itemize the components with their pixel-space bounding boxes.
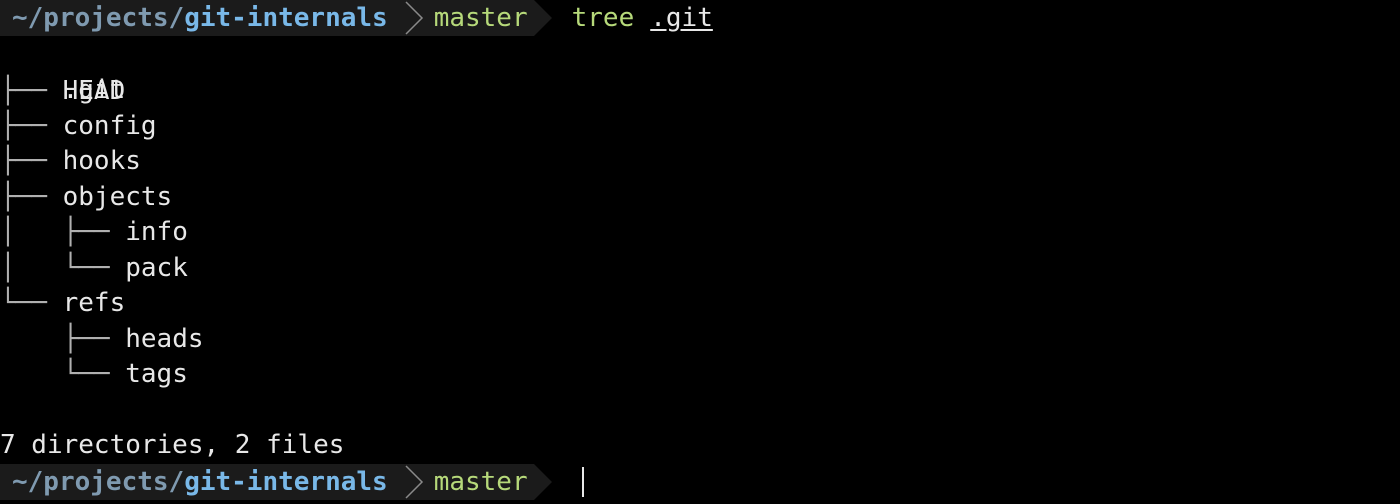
tree-entry-name: objects [62, 182, 173, 212]
tree-row: ├── heads [0, 322, 204, 357]
tree-row: │ ├── info [0, 215, 188, 250]
tree-branch-glyph: │ └── [0, 253, 126, 283]
command-argument: .git [650, 3, 713, 33]
tree-entry-name: refs [62, 288, 126, 318]
tree-branch-glyph: ├── [0, 76, 63, 106]
tree-row: ├── HEAD [0, 74, 125, 109]
powerline-arrow-icon [533, 0, 556, 36]
prompt-branch-segment: master [427, 0, 534, 36]
tree-branch-glyph: ├── [0, 324, 126, 354]
tree-entry-name: tags [125, 359, 188, 389]
powerline-separator-icon [401, 464, 428, 500]
prompt-path-dir: git-internals [184, 467, 388, 497]
tree-branch-glyph: ├── [0, 182, 63, 212]
tree-row: ├── hooks [0, 144, 141, 179]
tree-entry-name: config [62, 111, 157, 141]
prompt-line-top: ~/projects/git-internals master tree .gi… [0, 0, 713, 36]
tree-entry-name: pack [125, 253, 188, 283]
tree-branch-glyph: ├── [0, 146, 63, 176]
prompt-path-prefix: ~/projects/ [12, 467, 185, 497]
tree-row: │ └── pack [0, 251, 188, 286]
prompt-path-dir: git-internals [184, 3, 388, 33]
tree-branch-glyph: └── [0, 359, 126, 389]
tree-entry-name: info [125, 217, 188, 247]
tree-root: .git [0, 38, 126, 105]
powerline-arrow-icon [533, 464, 556, 500]
tree-summary: 7 directories, 2 files [0, 430, 345, 460]
tree-entry-name: HEAD [62, 76, 126, 106]
tree-row: ├── config [0, 109, 157, 144]
tree-row: └── refs [0, 286, 125, 321]
tree-row: ├── objects [0, 180, 172, 215]
prompt-branch-name: master [433, 3, 528, 33]
prompt-branch-segment: master [427, 464, 534, 500]
tree-branch-glyph: │ ├── [0, 217, 126, 247]
terminal-window[interactable]: ~/projects/git-internals master tree .gi… [0, 0, 1400, 504]
prompt-line-bottom[interactable]: ~/projects/git-internals master [0, 464, 584, 500]
prompt-branch-name: master [433, 467, 528, 497]
tree-entry-name: heads [125, 324, 204, 354]
tree-row: └── tags [0, 357, 188, 392]
tree-branch-glyph: ├── [0, 111, 63, 141]
command-text: tree [571, 3, 635, 33]
prompt-path-prefix: ~/projects/ [12, 3, 185, 33]
tree-branch-glyph: └── [0, 288, 63, 318]
powerline-separator-icon [401, 0, 428, 36]
prompt-path-segment: ~/projects/git-internals [0, 0, 402, 36]
tree-entry-name: hooks [62, 146, 141, 176]
text-cursor[interactable] [581, 467, 584, 497]
prompt-path-segment: ~/projects/git-internals [0, 464, 402, 500]
